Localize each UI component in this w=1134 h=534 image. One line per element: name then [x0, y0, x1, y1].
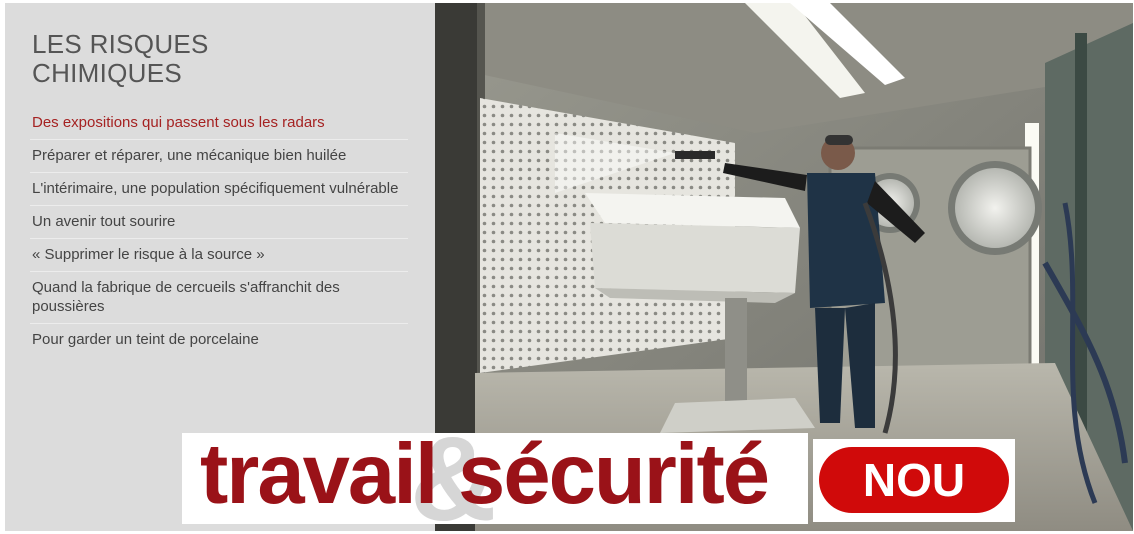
menu-item-cercueils[interactable]: Quand la fabrique de cercueils s'affranc… [30, 272, 408, 324]
sidebar-title-line2: CHIMIQUES [32, 58, 183, 88]
menu-item-porcelaine[interactable]: Pour garder un teint de porcelaine [30, 324, 408, 356]
sidebar-title: LES RISQUES CHIMIQUES [32, 30, 209, 88]
sidebar-title-line1: LES RISQUES [32, 29, 209, 59]
travail-securite-banner[interactable]: & travail sécurité [182, 419, 808, 531]
menu-item-supprimer[interactable]: « Supprimer le risque à la source » [30, 239, 408, 272]
menu-item-preparer[interactable]: Préparer et réparer, une mécanique bien … [30, 140, 408, 173]
article-menu: Des expositions qui passent sous les rad… [30, 107, 408, 356]
nouveau-badge[interactable]: NOU [819, 447, 1009, 513]
badge-container: NOU [813, 439, 1015, 522]
menu-item-expositions[interactable]: Des expositions qui passent sous les rad… [30, 107, 408, 140]
menu-item-avenir[interactable]: Un avenir tout sourire [30, 206, 408, 239]
menu-item-interimaire[interactable]: L'intérimaire, une population spécifique… [30, 173, 408, 206]
page: LES RISQUES CHIMIQUES Des expositions qu… [0, 0, 1134, 534]
article-frame: LES RISQUES CHIMIQUES Des expositions qu… [5, 3, 1133, 531]
banner-logo-text: travail sécurité [200, 427, 770, 522]
